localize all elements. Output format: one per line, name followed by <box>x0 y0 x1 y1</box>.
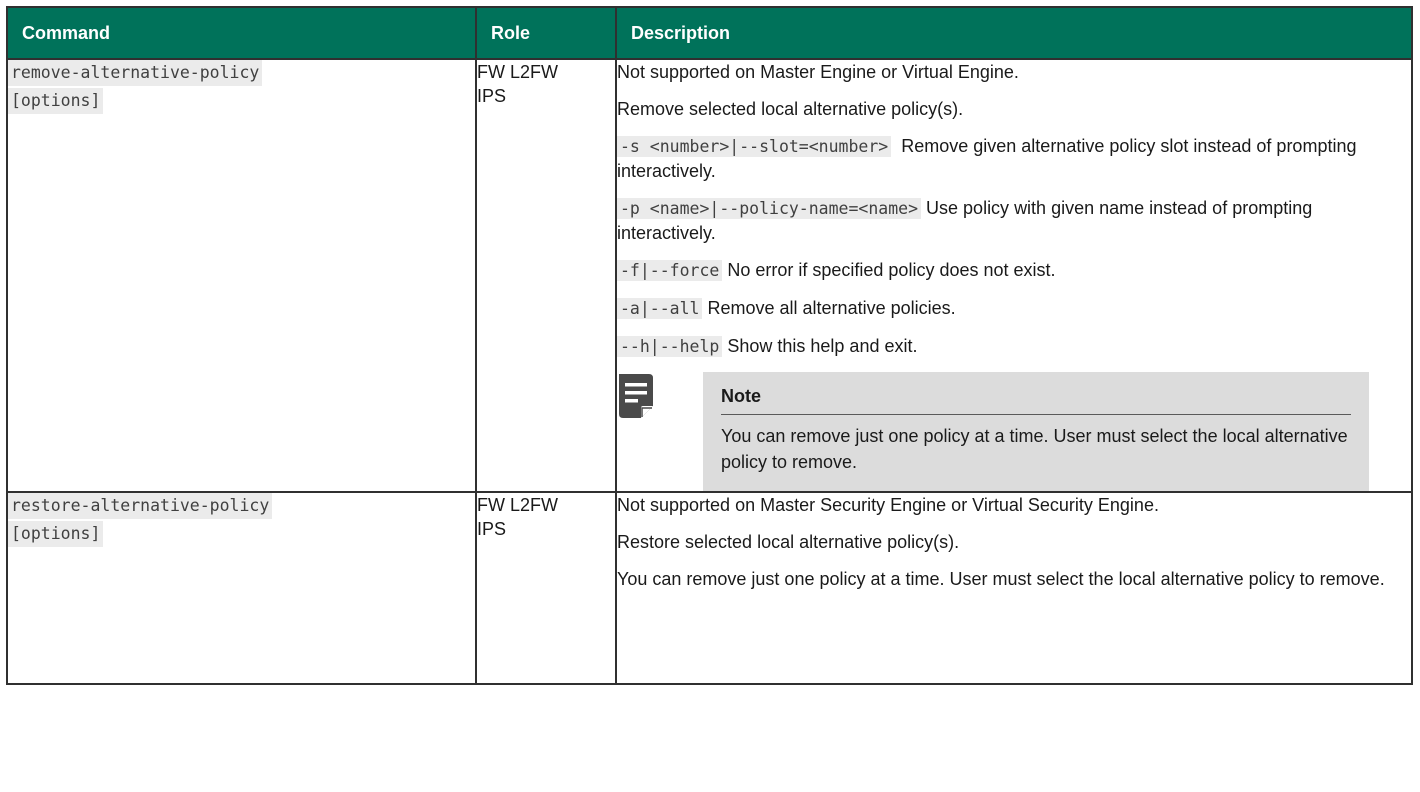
description-cell: Not supported on Master Security Engine … <box>615 491 1413 685</box>
header-description: Description <box>615 6 1413 60</box>
option-flag: -p <name>|--policy-name=<name> <box>617 198 922 219</box>
header-command: Command <box>6 6 477 60</box>
option-item: -f|--force No error if specified policy … <box>617 258 1411 283</box>
description-text: Restore selected local alternative polic… <box>617 532 960 552</box>
option-flag: -f|--force <box>617 260 723 281</box>
role-line: FW L2FW <box>477 62 558 82</box>
command-options: [options] <box>8 88 104 114</box>
option-text: Show this help and exit. <box>727 336 918 356</box>
header-role: Role <box>475 6 617 60</box>
option-item: -p <name>|--policy-name=<name> Use polic… <box>617 196 1411 245</box>
commands-table: Command Role Description remove-alternat… <box>6 6 1413 685</box>
role-line: IPS <box>477 519 507 539</box>
description-text: Not supported on Master Security Engine … <box>617 495 1159 515</box>
option-item: -s <number>|--slot=<number> Remove given… <box>617 134 1411 183</box>
role-cell: FW L2FW IPS <box>475 58 617 493</box>
option-flag: -a|--all <box>617 298 703 319</box>
option-item: --h|--help Show this help and exit. <box>617 334 1411 359</box>
note-block: Note You can remove just one policy at a… <box>617 372 1411 491</box>
description-text: Remove selected local alternative policy… <box>617 99 964 119</box>
table-header-row: Command Role Description <box>6 6 1413 60</box>
command-name: restore-alternative-policy <box>8 493 273 519</box>
option-flag: --h|--help <box>617 336 723 357</box>
note-text: You can remove just one policy at a time… <box>721 426 1348 472</box>
table-row: remove-alternative-policy [options] FW L… <box>6 58 1413 493</box>
option-flag: -s <number>|--slot=<number> <box>617 136 892 157</box>
note-title: Note <box>721 384 1351 415</box>
description-text: Not supported on Master Engine or Virtua… <box>617 62 1019 82</box>
note-box: Note You can remove just one policy at a… <box>703 372 1369 491</box>
option-text: No error if specified policy does not ex… <box>727 260 1056 280</box>
command-cell: restore-alternative-policy [options] <box>6 491 477 685</box>
role-cell: FW L2FW IPS <box>475 491 617 685</box>
description-cell: Not supported on Master Engine or Virtua… <box>615 58 1413 493</box>
table-row: restore-alternative-policy [options] FW … <box>6 491 1413 685</box>
command-name: remove-alternative-policy <box>8 60 263 86</box>
command-cell: remove-alternative-policy [options] <box>6 58 477 493</box>
command-options: [options] <box>8 521 104 547</box>
note-icon <box>617 374 657 420</box>
option-item: -a|--all Remove all alternative policies… <box>617 296 1411 321</box>
description-text: You can remove just one policy at a time… <box>617 569 1385 589</box>
role-line: IPS <box>477 86 507 106</box>
option-text: Remove all alternative policies. <box>707 298 956 318</box>
role-line: FW L2FW <box>477 495 558 515</box>
